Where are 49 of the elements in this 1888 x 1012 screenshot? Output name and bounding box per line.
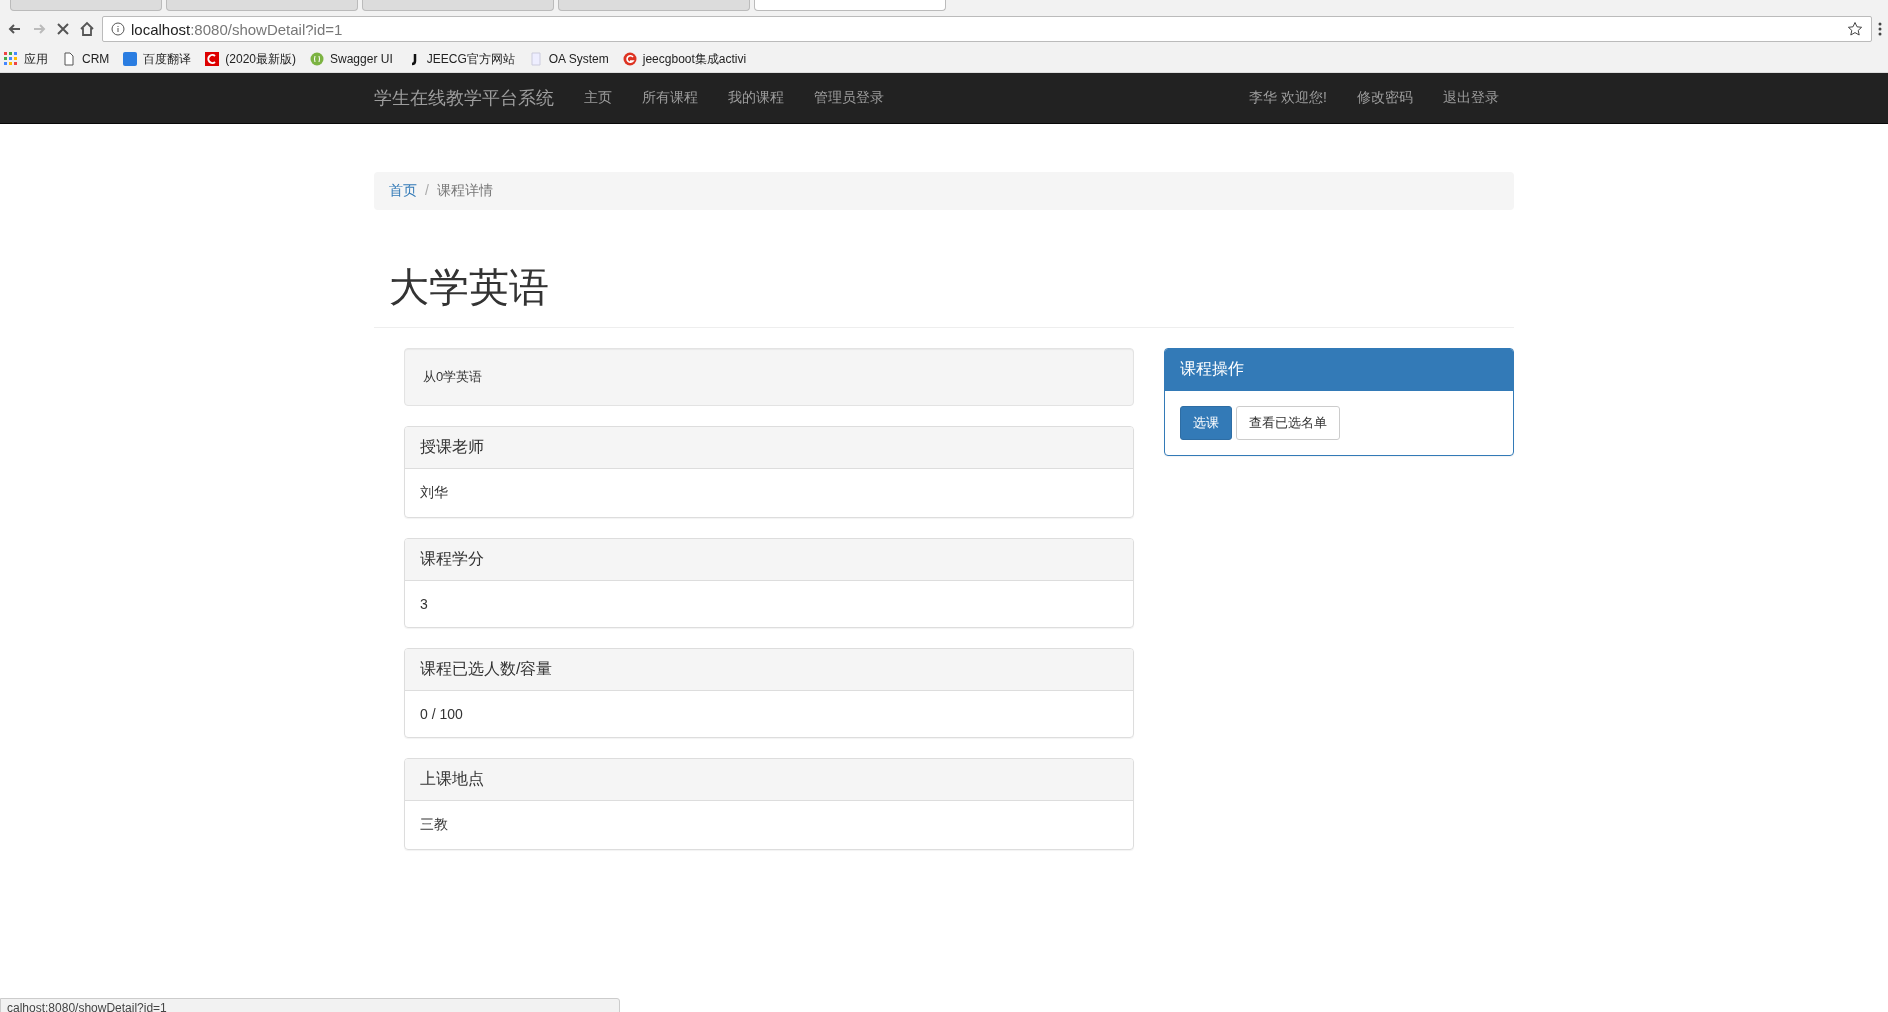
swagger-logo-icon <box>310 52 324 66</box>
browser-tab[interactable] <box>754 0 946 11</box>
info-icon <box>111 22 125 36</box>
panel-heading: 上课地点 <box>405 759 1133 801</box>
panel-heading: 授课老师 <box>405 427 1133 469</box>
brand-link[interactable]: 学生在线教学平台系统 <box>374 86 569 110</box>
action-button[interactable]: 查看已选名单 <box>1236 406 1340 440</box>
breadcrumb-separator: / <box>425 182 429 200</box>
g-logo-icon <box>622 52 637 66</box>
nav-link[interactable]: 我的课程 <box>713 89 799 107</box>
bookmark-link[interactable]: Swagger UI <box>310 52 393 66</box>
address-bar[interactable]: localhost:8080/showDetail?id=1 <box>102 16 1872 42</box>
panel-body: 3 <box>419 595 429 614</box>
bookmark-link[interactable]: 百度翻译 <box>123 50 192 68</box>
star-icon[interactable] <box>1847 21 1863 37</box>
page-title: 大学英语 <box>374 260 1514 328</box>
nav-link[interactable]: 主页 <box>569 89 627 107</box>
nav-link[interactable]: 退出登录 <box>1428 89 1514 107</box>
browser-tab[interactable] <box>362 0 554 11</box>
action-button[interactable]: 选课 <box>1180 406 1232 440</box>
bookmark-link[interactable]: (2020最新版) <box>205 50 296 68</box>
bookmark-link[interactable]: jeecgboot集成activi <box>622 50 747 68</box>
browser-tab[interactable] <box>558 0 750 11</box>
nav-link[interactable]: 所有课程 <box>627 89 713 107</box>
status-bar: calhost:8080/showDetail?id=1 <box>0 998 620 1012</box>
panel-body: 三教 <box>419 815 449 834</box>
panel-body: 0 / 100 <box>419 705 464 724</box>
bookmark-link[interactable]: 应用 <box>4 50 48 68</box>
nav-link[interactable]: 李华 欢迎您! <box>1234 89 1342 107</box>
menu-icon[interactable] <box>1878 21 1882 37</box>
home-icon[interactable] <box>78 20 96 38</box>
document-icon <box>528 52 543 66</box>
page-icon <box>62 52 76 66</box>
browser-tab[interactable] <box>166 0 358 11</box>
nav-link[interactable]: 管理员登录 <box>799 89 899 107</box>
browser-tab[interactable] <box>10 0 162 11</box>
breadcrumb-current: 课程详情 <box>436 182 493 200</box>
nav-link[interactable]: 修改密码 <box>1342 89 1428 107</box>
bookmark-link[interactable]: JEECG官方网站 <box>406 50 515 68</box>
description-well: 从0学英语 <box>404 348 1134 406</box>
apps-grid-icon <box>4 52 18 66</box>
breadcrumb-link[interactable]: 首页 <box>389 182 417 200</box>
panel-body: 刘华 <box>419 483 449 502</box>
panel-heading: 课程学分 <box>405 539 1133 581</box>
panel-heading: 课程已选人数/容量 <box>405 649 1133 691</box>
panel-heading: 课程操作 <box>1165 349 1513 391</box>
bookmark-link[interactable]: OA System <box>528 52 609 66</box>
c-logo-icon <box>205 52 220 66</box>
bookmark-link[interactable]: CRM <box>62 52 110 66</box>
